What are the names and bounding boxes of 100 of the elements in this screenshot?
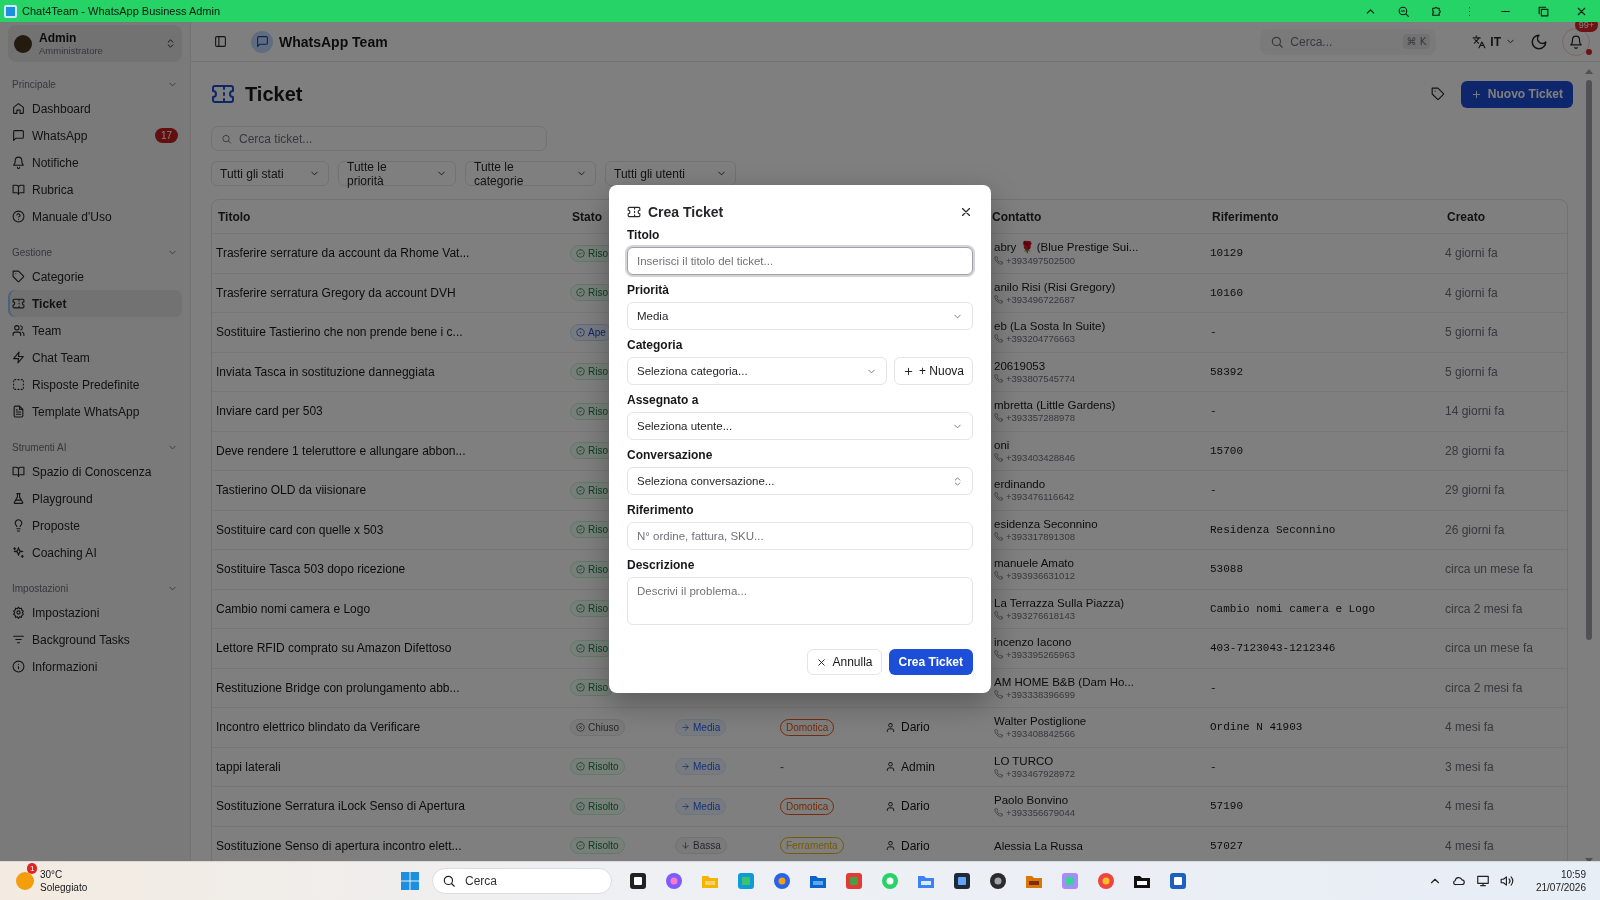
table-cell: -	[1210, 681, 1217, 694]
phone-icon	[994, 650, 1003, 660]
dropdown[interactable]: Media	[627, 302, 973, 330]
count-badge: 1	[27, 863, 38, 874]
app-icon[interactable]	[952, 871, 972, 891]
phone-number: +393403428846	[1006, 451, 1075, 463]
bell-icon	[1569, 34, 1583, 49]
close-icon[interactable]	[959, 205, 973, 219]
contact-name: 20619053	[994, 359, 1046, 372]
table-cell: 10160	[1210, 286, 1243, 299]
table-cell: circa 2 mesi fa	[1445, 601, 1523, 616]
sidebar-item[interactable]: Background Tasks	[8, 626, 182, 653]
contact-name: mbretta (Little Gardens)	[994, 399, 1116, 412]
sidebar-item[interactable]: Template WhatsApp	[8, 398, 182, 425]
sidebar-item[interactable]: WhatsApp 17	[8, 122, 182, 149]
sidebar-item[interactable]: Impostazioni	[8, 599, 182, 626]
column-header: Creato	[1447, 209, 1485, 224]
weather-condition: Soleggiato	[40, 881, 88, 894]
sidebar-item[interactable]: Manuale d'Uso	[8, 203, 182, 230]
start-icon[interactable]	[400, 871, 420, 891]
status-badge: Risolto	[570, 758, 625, 776]
zoom-out-icon[interactable]	[1397, 4, 1410, 18]
phone-number: +393204776663	[1006, 333, 1075, 345]
moon-icon[interactable]	[1530, 32, 1548, 51]
table-cell: -	[780, 759, 784, 774]
table-cell: 53088	[1210, 563, 1243, 576]
contact-name: incenzo Iacono	[994, 636, 1072, 649]
new-ticket-button[interactable]: Nuovo Ticket	[1460, 80, 1573, 108]
table-cell: 57027	[1210, 839, 1243, 852]
table-cell: Residenza Seconnino	[1210, 523, 1336, 536]
table-cell: Dario	[901, 838, 930, 853]
chevron-up-down-icon	[165, 38, 176, 49]
dropdown[interactable]: Seleziona conversazione...	[627, 467, 973, 495]
table-cell: Deve rendere 1 teleruttore e allungare abbon...	[216, 443, 466, 458]
dropdown[interactable]: Seleziona categoria...	[627, 357, 887, 385]
dropdown[interactable]: Seleziona utente...	[627, 412, 973, 440]
contact-name: Walter Postiglione	[994, 715, 1087, 728]
sidebar-toggle-icon[interactable]	[213, 35, 227, 48]
phone-icon	[994, 413, 1003, 423]
filter-dropdown[interactable]: Tutte le priorità	[338, 161, 456, 186]
puzzle-icon[interactable]	[1430, 4, 1443, 18]
cloud-icon[interactable]	[1451, 874, 1466, 888]
sidebar-item[interactable]: Proposte	[8, 512, 182, 539]
sidebar-item[interactable]: Ticket	[8, 290, 182, 317]
monitor-icon[interactable]	[1475, 874, 1490, 888]
phone-number: +393395265963	[1006, 649, 1075, 661]
category-tag: Domotica	[780, 718, 835, 736]
field-label: Riferimento	[627, 503, 695, 517]
table-cell: 58392	[1210, 365, 1243, 378]
status-badge: Risolto	[570, 837, 625, 855]
cancel-button[interactable]: Annulla	[807, 649, 882, 675]
input-field[interactable]: Inserisci il titolo del ticket...	[627, 247, 973, 275]
sidebar-item[interactable]: Risposte Predefinite	[8, 371, 182, 398]
filter-dropdown[interactable]: Tutte le categorie	[465, 161, 596, 186]
sun-icon	[16, 872, 34, 890]
app-icon[interactable]	[988, 871, 1008, 891]
search-field[interactable]: Cerca	[432, 868, 612, 894]
filter-dropdown[interactable]: Tutti gli stati	[211, 161, 329, 186]
sidebar-item[interactable]: Coaching AI	[8, 539, 182, 566]
ticket-icon	[211, 82, 235, 106]
sidebar-item[interactable]: Categorie	[8, 263, 182, 290]
sidebar-item[interactable]: Chat Team	[8, 344, 182, 371]
table-cell: Cambio nomi camera e Logo	[216, 601, 371, 616]
sidebar-item[interactable]: Spazio di Conoscenza	[8, 458, 182, 485]
book-icon	[12, 183, 25, 196]
tag-icon[interactable]	[1430, 87, 1445, 101]
restore-icon[interactable]	[1536, 4, 1550, 18]
sidebar-item[interactable]: Dashboard	[8, 95, 182, 122]
table-cell: 26 giorni fa	[1445, 522, 1505, 537]
sidebar-item[interactable]: Informazioni	[8, 653, 182, 680]
add-category-button[interactable]: + Nuova	[893, 357, 973, 385]
chevron-up-down-icon	[952, 475, 963, 487]
user-icon	[885, 761, 896, 773]
language-switcher[interactable]: IT	[1472, 34, 1516, 49]
priority-badge: Media	[675, 797, 727, 815]
contact-name: La Terrazza Sulla Piazza)	[994, 596, 1125, 609]
table-cell: 4 mesi fa	[1445, 799, 1494, 814]
table-cell: Inviata Tasca in sostituzione danneggiata	[216, 364, 435, 379]
clock-time: 10:59	[1560, 868, 1586, 881]
contact-name: Alessia La Russa	[994, 839, 1083, 852]
create-button[interactable]: Crea Ticket	[888, 649, 973, 675]
sidebar-item[interactable]: Playground	[8, 485, 182, 512]
app-icon[interactable]	[1168, 871, 1188, 891]
phone-number: +393807545774	[1006, 372, 1075, 384]
chat-bubble-icon	[12, 129, 25, 142]
sidebar-item[interactable]: Notifiche	[8, 149, 182, 176]
search-field[interactable]: Cerca ticket...	[211, 126, 547, 151]
sidebar-item[interactable]: Team	[8, 317, 182, 344]
app-icon[interactable]	[628, 871, 648, 891]
page-title: Ticket	[245, 82, 303, 106]
table-cell: Dario	[901, 720, 930, 735]
contact-name: AM HOME B&B (Dam Ho...	[994, 675, 1134, 688]
phone-icon	[994, 689, 1003, 699]
speaker-icon[interactable]	[1499, 874, 1514, 888]
sidebar-item[interactable]: Rubrica	[8, 176, 182, 203]
text-area[interactable]: Descrivi il problema...	[627, 577, 973, 625]
phone-icon	[994, 452, 1003, 462]
field-label: Titolo	[627, 228, 661, 242]
table-cell: 10129	[1210, 247, 1243, 260]
section-title: Gestione	[12, 246, 53, 258]
